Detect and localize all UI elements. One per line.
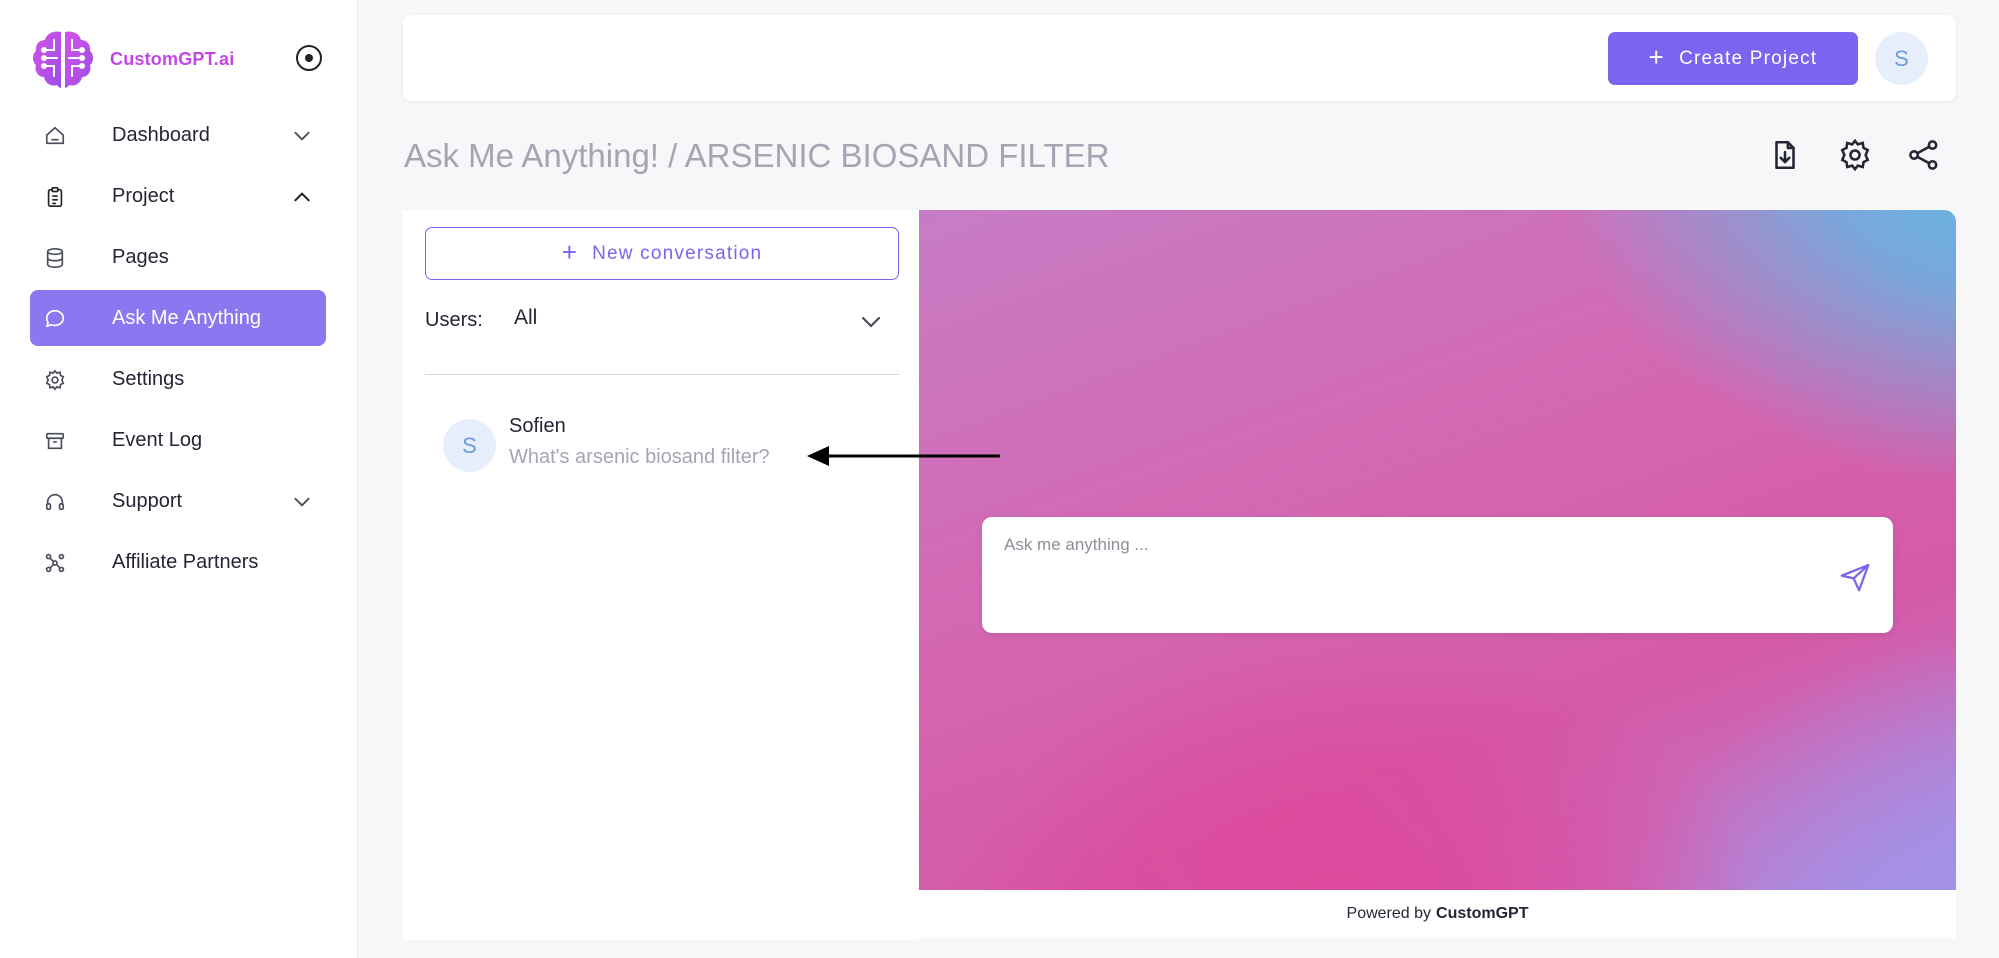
- chat-bubble-icon: [45, 309, 65, 328]
- chevron-down-icon: [294, 131, 310, 141]
- sidebar-item-label: Support: [112, 489, 183, 512]
- gear-icon[interactable]: [1838, 138, 1872, 172]
- chat-input[interactable]: Ask me anything ...: [982, 517, 1893, 633]
- powered-by-footer: Powered by CustomGPT: [919, 890, 1956, 938]
- brain-logo-icon: [33, 31, 93, 88]
- sidebar-item-label: Dashboard: [112, 123, 210, 146]
- sidebar-item-label: Pages: [112, 245, 169, 268]
- sidebar-item-label: Affiliate Partners: [112, 550, 259, 573]
- conversation-user-name: Sofien: [509, 415, 566, 437]
- powered-by-text: Powered by: [1346, 905, 1432, 922]
- chevron-down-icon: [861, 316, 881, 328]
- chat-area: Ask me anything ...: [919, 210, 1956, 890]
- home-icon: [45, 126, 65, 145]
- create-project-button[interactable]: + Create Project: [1608, 32, 1858, 85]
- sidebar-item-label: Settings: [112, 367, 185, 390]
- share-icon[interactable]: [1907, 138, 1941, 172]
- users-filter-select[interactable]: All: [510, 298, 899, 344]
- plus-icon: +: [1648, 41, 1666, 72]
- powered-by-brand: CustomGPT: [1436, 905, 1529, 922]
- sidebar-item-event-log[interactable]: Event Log: [30, 412, 326, 468]
- conversation-preview: What's arsenic biosand filter?: [509, 446, 770, 468]
- sidebar-item-support[interactable]: Support: [30, 473, 326, 529]
- plus-icon: +: [561, 236, 579, 267]
- gear-icon: [45, 369, 65, 391]
- sidebar-item-ask-me-anything[interactable]: Ask Me Anything: [30, 290, 326, 346]
- logo[interactable]: CustomGPT.ai: [30, 26, 234, 92]
- chevron-up-icon: [294, 192, 310, 202]
- new-conversation-button[interactable]: + New conversation: [425, 227, 899, 280]
- brand-name: CustomGPT.ai: [110, 48, 235, 69]
- divider: [425, 374, 899, 375]
- chat-input-placeholder: Ask me anything ...: [1004, 535, 1149, 554]
- archive-icon: [45, 432, 65, 450]
- sidebar-toggle-button[interactable]: [296, 45, 322, 71]
- toggle-dot-icon: [305, 54, 313, 62]
- sidebar-nav: Dashboard Project Pages Ask Me Anything …: [30, 107, 326, 595]
- sidebar-item-label: Project: [112, 184, 175, 207]
- sidebar-item-affiliate-partners[interactable]: Affiliate Partners: [30, 534, 326, 590]
- annotation-arrow-icon: [807, 446, 1000, 466]
- sidebar-item-settings[interactable]: Settings: [30, 351, 326, 407]
- send-icon[interactable]: [1839, 561, 1871, 593]
- network-icon: [45, 553, 65, 573]
- sidebar-item-label: Event Log: [112, 428, 203, 451]
- user-avatar[interactable]: S: [1875, 32, 1928, 85]
- conversations-panel: + New conversation Users: All S Sofien W…: [403, 210, 919, 940]
- sidebar-item-project[interactable]: Project: [30, 168, 326, 224]
- users-filter-value: All: [514, 306, 538, 329]
- new-conversation-label: New conversation: [592, 242, 763, 264]
- clipboard-icon: [47, 187, 63, 207]
- avatar: S: [443, 419, 496, 472]
- page-title: Ask Me Anything! / ARSENIC BIOSAND FILTE…: [404, 137, 1110, 174]
- sidebar-item-pages[interactable]: Pages: [30, 229, 326, 285]
- download-file-icon[interactable]: [1768, 138, 1802, 172]
- database-icon: [46, 248, 64, 268]
- sidebar-item-dashboard[interactable]: Dashboard: [30, 107, 326, 163]
- sidebar: CustomGPT.ai Dashboard Project Pages Ask…: [0, 0, 358, 958]
- create-project-label: Create Project: [1679, 47, 1818, 69]
- users-filter-label: Users:: [425, 309, 483, 331]
- chevron-down-icon: [294, 497, 310, 507]
- sidebar-item-label: Ask Me Anything: [112, 306, 261, 329]
- headset-icon: [45, 493, 65, 511]
